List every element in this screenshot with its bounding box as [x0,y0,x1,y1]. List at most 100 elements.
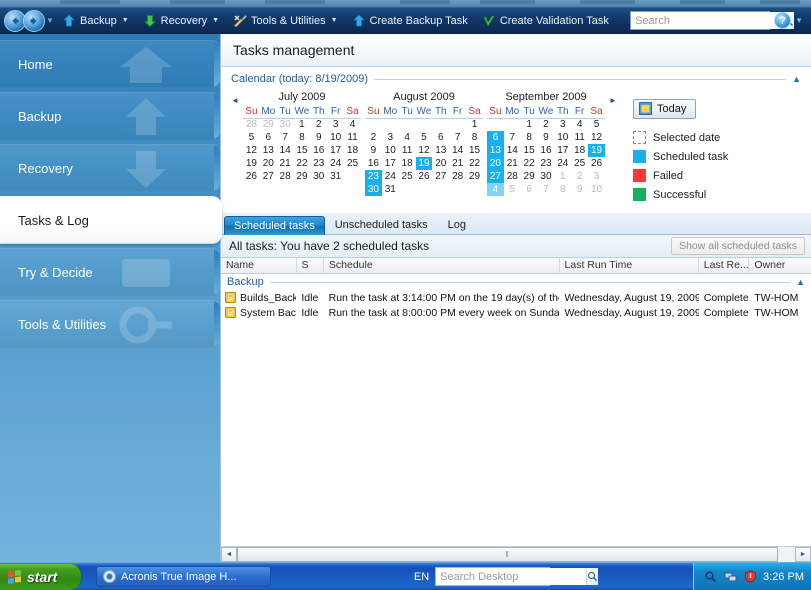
sidebar-item-try-decide[interactable]: Try & Decide [0,248,220,296]
calendar-day[interactable]: 15 [466,144,483,157]
calendar-day[interactable]: 13 [432,144,449,157]
calendar-prev-button[interactable]: ◄ [229,91,241,105]
calendar-day[interactable]: 15 [294,144,311,157]
calendar-day[interactable]: 26 [588,157,605,170]
calendar-day[interactable]: 30 [365,183,382,196]
horizontal-scrollbar[interactable]: ◄ ‖ ► [221,546,811,562]
calendar-day[interactable]: 11 [344,131,361,144]
calendar-day[interactable]: 10 [327,131,344,144]
calendar-day[interactable]: 28 [449,170,466,183]
search-input[interactable] [631,12,782,29]
calendar-day[interactable]: 5 [588,118,605,131]
calendar-day[interactable]: 8 [294,131,311,144]
toolbar-item-create-validation-task[interactable]: Create Validation Task [475,10,616,32]
calendar-day[interactable]: 30 [538,170,555,183]
scroll-right-arrow-icon[interactable]: ► [795,547,811,562]
calendar-day[interactable]: 17 [327,144,344,157]
calendar-day[interactable]: 25 [571,157,588,170]
calendar-day[interactable]: 24 [327,157,344,170]
calendar-day[interactable]: 20 [260,157,277,170]
calendar-day[interactable]: 7 [277,131,294,144]
sidebar-item-recovery[interactable]: Recovery [0,144,220,192]
calendar-day[interactable]: 6 [260,131,277,144]
calendar-day[interactable]: 5 [243,131,260,144]
column-header-owner[interactable]: Owner [749,258,811,273]
calendar-day[interactable]: 21 [277,157,294,170]
calendar-day[interactable]: 25 [344,157,361,170]
calendar-day[interactable]: 29 [294,170,311,183]
tab-unscheduled-tasks[interactable]: Unscheduled tasks [325,215,438,235]
calendar-day[interactable]: 3 [588,170,605,183]
calendar-day[interactable]: 8 [521,131,538,144]
calendar-day[interactable]: 20 [487,157,504,170]
calendar-day[interactable]: 29 [260,118,277,131]
calendar-day[interactable]: 18 [399,157,416,170]
table-row[interactable]: System Backup Idle Run the task at 8:00:… [221,305,811,320]
sidebar-item-backup[interactable]: Backup [0,92,220,140]
calendar-day[interactable]: 2 [571,170,588,183]
calendar-day[interactable]: 9 [571,183,588,196]
calendar-day[interactable]: 19 [588,144,605,157]
calendar-day[interactable]: 16 [365,157,382,170]
calendar-day[interactable]: 16 [310,144,327,157]
calendar-day[interactable]: 20 [432,157,449,170]
calendar-day[interactable]: 24 [554,157,571,170]
magnifier-tray-icon[interactable] [703,570,717,584]
calendar-day[interactable]: 8 [466,131,483,144]
network-tray-icon[interactable] [723,570,737,584]
collapse-chevron-icon[interactable]: ▲ [796,277,805,287]
calendar-day[interactable]: 4 [487,183,504,196]
calendar-grid[interactable]: Su Mo Tu We Th Fr Sa 1 2 3 4 5 6 7 8 9 10 11 12 13 14… [365,105,483,196]
toolbar-item-backup[interactable]: Backup ▼ [55,10,136,32]
shield-tray-icon[interactable] [743,570,757,584]
calendar-day[interactable]: 22 [294,157,311,170]
calendar-day[interactable]: 7 [538,183,555,196]
calendar-day[interactable]: 13 [487,144,504,157]
calendar-day[interactable]: 6 [521,183,538,196]
calendar-day[interactable]: 29 [466,170,483,183]
calendar-day[interactable]: 15 [521,144,538,157]
calendar-next-button[interactable]: ► [607,91,619,105]
scroll-thumb[interactable]: ‖ [237,547,779,562]
calendar-day[interactable]: 31 [382,183,399,196]
calendar-day[interactable]: 3 [327,118,344,131]
calendar-day[interactable]: 5 [416,131,433,144]
calendar-day[interactable]: 28 [243,118,260,131]
column-header-last-result[interactable]: Last Re... [699,258,750,273]
calendar-day[interactable]: 7 [504,131,521,144]
calendar-day[interactable]: 3 [382,131,399,144]
calendar-day[interactable]: 11 [571,131,588,144]
help-dropdown-chevron-icon[interactable]: ▼ [795,16,803,25]
desktop-search-input[interactable] [436,568,587,585]
calendar-day[interactable]: 1 [521,118,538,131]
calendar-day[interactable]: 8 [554,183,571,196]
toolbar-item-recovery[interactable]: Recovery ▼ [136,10,226,32]
calendar-day[interactable]: 28 [504,170,521,183]
nav-history-dropdown[interactable]: ▼ [45,10,55,32]
calendar-day[interactable]: 12 [243,144,260,157]
calendar-day[interactable]: 4 [571,118,588,131]
calendar-day[interactable]: 17 [554,144,571,157]
calendar-day[interactable]: 14 [277,144,294,157]
calendar-day[interactable]: 1 [554,170,571,183]
calendar-day[interactable]: 26 [243,170,260,183]
sidebar-item-tools-utilities[interactable]: Tools & Utilities [0,300,220,348]
toolbar-item-tools-utilities[interactable]: Tools & Utilities ▼ [226,10,345,32]
calendar-day[interactable]: 19 [243,157,260,170]
calendar-day[interactable]: 27 [432,170,449,183]
calendar-day[interactable]: 29 [521,170,538,183]
sidebar-item-home[interactable]: Home [0,40,220,88]
calendar-day[interactable]: 12 [588,131,605,144]
search-box[interactable] [630,11,795,30]
calendar-day[interactable]: 13 [260,144,277,157]
calendar-day[interactable]: 1 [294,118,311,131]
calendar-day[interactable]: 5 [504,183,521,196]
column-header-schedule[interactable]: Schedule [324,258,560,273]
language-indicator[interactable]: EN [414,571,429,583]
calendar-day[interactable]: 9 [365,144,382,157]
calendar-day[interactable]: 23 [310,157,327,170]
table-group-header-backup[interactable]: Backup ▲ [221,274,811,290]
calendar-day[interactable]: 19 [415,157,433,170]
calendar-day[interactable]: 28 [277,170,294,183]
column-header-last-run-time[interactable]: Last Run Time [560,258,699,273]
